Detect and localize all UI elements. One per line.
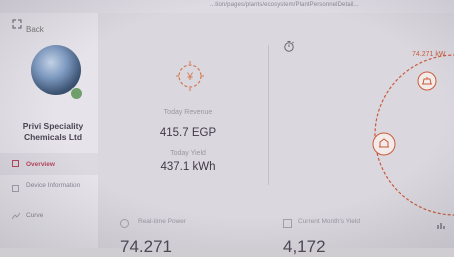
today-yield-label: Today Yield: [170, 150, 206, 157]
realtime-power-icon: [120, 219, 129, 228]
curve-icon: [12, 212, 20, 220]
realtime-power-label: Real-time Power: [138, 218, 187, 225]
sidebar-item-device-information[interactable]: Device Information: [0, 177, 98, 203]
today-revenue-label: Today Revenue: [163, 109, 213, 116]
month-yield-label: Current Month's Yield: [298, 218, 360, 225]
realtime-power-value: 74.271: [120, 237, 172, 256]
revenue-coin-icon: ¥: [176, 61, 204, 91]
sidebar-item-curve[interactable]: Curve: [0, 207, 98, 229]
panel-divider: [268, 45, 269, 185]
today-revenue-value: 415.7 EGP: [159, 127, 217, 139]
company-name: Privi Speciality Chemicals Ltd: [22, 121, 84, 142]
sidebar-item-label: Overview: [26, 161, 55, 168]
status-ok-icon: [70, 87, 83, 100]
chart-icon[interactable]: [437, 222, 445, 230]
today-yield-value: 437.1 kWh: [160, 161, 216, 173]
calendar-icon: [283, 219, 292, 228]
back-link[interactable]: Back: [26, 25, 44, 34]
sidebar-item-label: Curve: [26, 212, 44, 219]
svg-text:¥: ¥: [186, 71, 194, 83]
sidebar-item-label: Device Information: [26, 182, 81, 189]
fullscreen-icon[interactable]: [12, 19, 22, 29]
address-bar-text[interactable]: ...tion/pages/plants/ecosystem/PlantPers…: [210, 2, 359, 8]
flow-power-label: 74.271 kW: [412, 51, 446, 58]
stopwatch-icon: [284, 41, 294, 52]
sidebar-item-overview[interactable]: Overview: [0, 153, 98, 175]
device-icon: [12, 185, 19, 192]
energy-flow-diagram: [372, 54, 454, 216]
month-yield-value: 4,172: [283, 237, 326, 256]
overview-icon: [12, 160, 19, 167]
browser-top-bar: ...tion/pages/plants/ecosystem/PlantPers…: [0, 0, 454, 14]
